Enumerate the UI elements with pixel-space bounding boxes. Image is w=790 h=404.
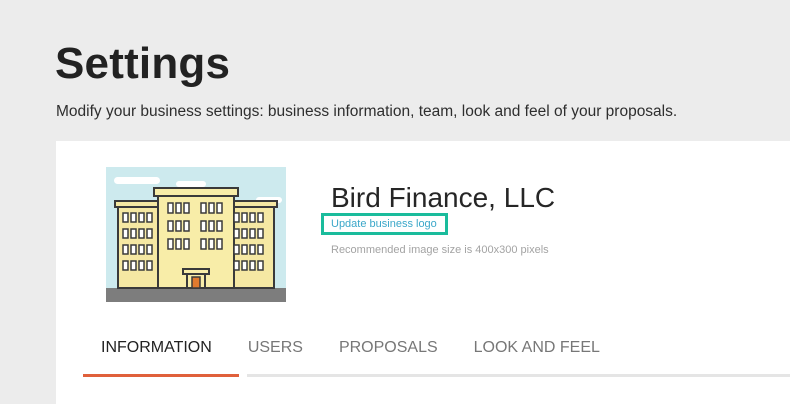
tab-users[interactable]: USERS (230, 329, 321, 377)
page-title: Settings (55, 39, 231, 88)
tab-proposals[interactable]: PROPOSALS (321, 329, 456, 377)
business-logo-image[interactable] (106, 167, 286, 302)
business-name: Bird Finance, LLC (331, 182, 556, 213)
logo-size-hint: Recommended image size is 400x300 pixels (331, 244, 549, 256)
tab-look-and-feel[interactable]: LOOK AND FEEL (456, 329, 618, 377)
tab-information[interactable]: INFORMATION (83, 329, 230, 377)
active-tab-indicator (83, 374, 239, 377)
settings-card: Bird Finance, LLC Update business logo R… (56, 141, 790, 404)
update-business-logo-link[interactable]: Update business logo (321, 213, 448, 235)
settings-tabs: INFORMATION USERS PROPOSALS LOOK AND FEE… (83, 329, 618, 377)
office-building-icon (106, 167, 286, 302)
page-subtitle: Modify your business settings: business … (56, 103, 678, 120)
tabs-divider (247, 374, 790, 377)
